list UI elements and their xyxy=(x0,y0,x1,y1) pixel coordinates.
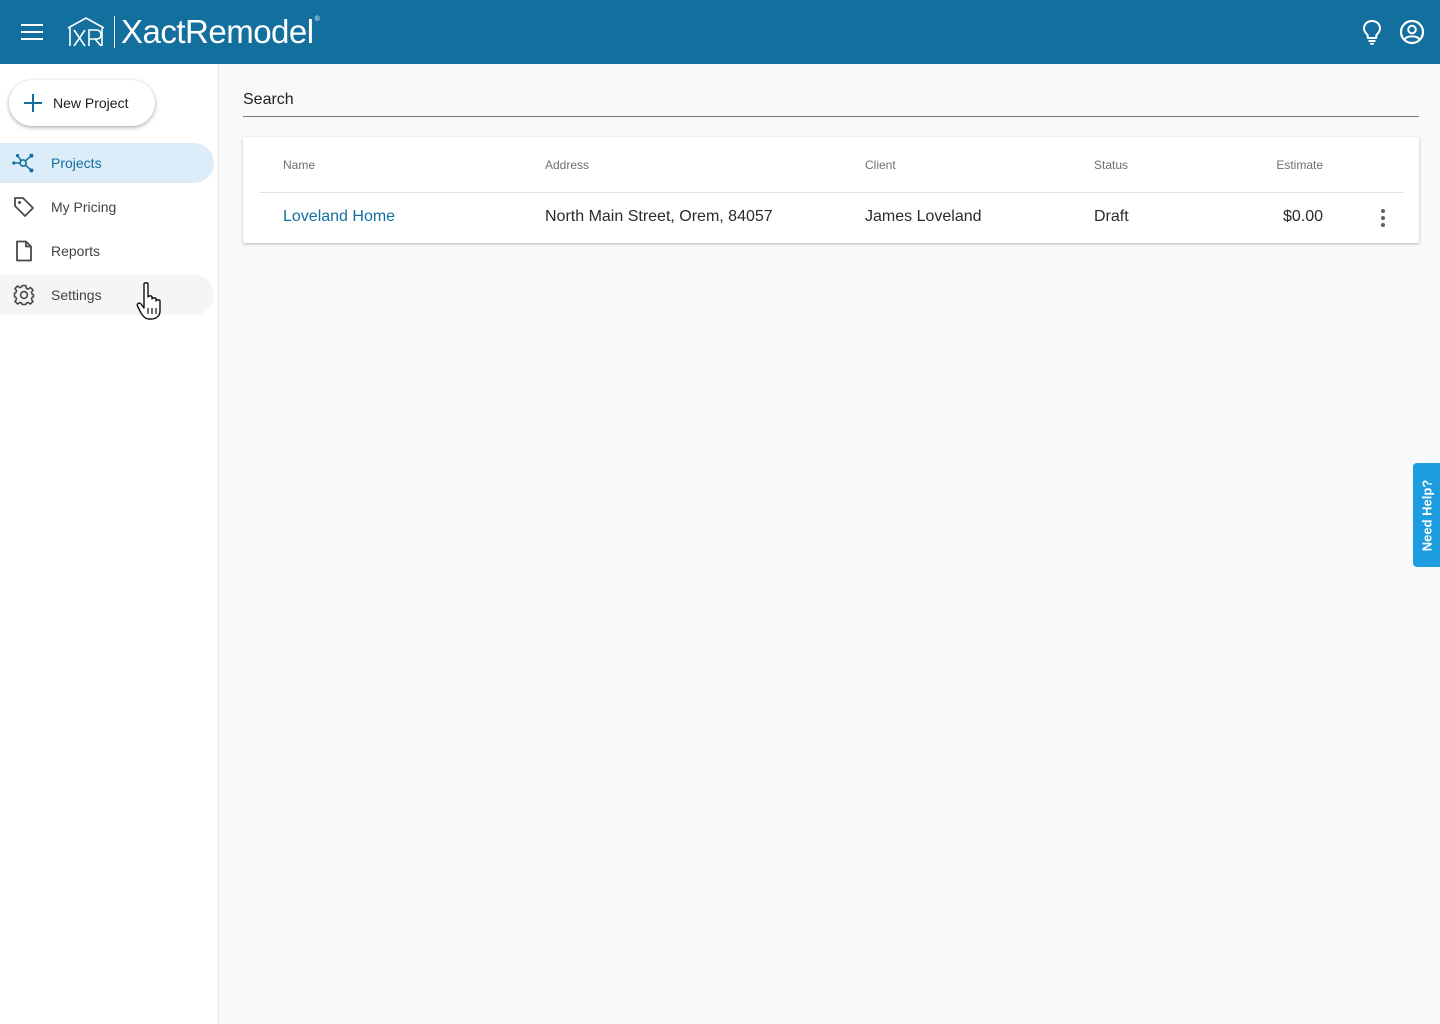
new-project-button[interactable]: New Project xyxy=(9,80,155,126)
column-header-estimate[interactable]: Estimate xyxy=(1276,158,1323,172)
project-estimate: $0.00 xyxy=(1282,208,1323,225)
table-row[interactable]: Loveland Home North Main Street, Orem, 8… xyxy=(259,194,1403,242)
column-header-status[interactable]: Status xyxy=(1094,158,1128,172)
sidebar-item-label: Settings xyxy=(51,287,102,303)
account-button[interactable] xyxy=(1398,18,1426,46)
tips-button[interactable] xyxy=(1358,18,1386,46)
plus-icon xyxy=(24,94,42,112)
project-status: Draft xyxy=(1094,208,1129,225)
lightbulb-icon xyxy=(1362,19,1382,45)
projects-table: Name Address Client Status Estimate Love… xyxy=(243,137,1419,243)
search-input[interactable] xyxy=(243,86,1419,114)
sidebar-item-label: Projects xyxy=(51,155,102,171)
new-project-label: New Project xyxy=(53,95,129,111)
sidebar-item-reports[interactable]: Reports xyxy=(0,231,214,271)
sidebar-item-label: My Pricing xyxy=(51,199,117,215)
search-field[interactable] xyxy=(243,86,1419,117)
gear-icon xyxy=(12,283,36,307)
header-actions xyxy=(1358,0,1426,64)
top-app-bar: XactRemodel ® xyxy=(0,0,1440,64)
tag-icon xyxy=(12,195,36,219)
table-header: Name Address Client Status Estimate xyxy=(259,137,1403,193)
app-title: XactRemodel xyxy=(121,13,314,50)
account-circle-icon xyxy=(1399,19,1425,45)
sidebar-item-label: Reports xyxy=(51,243,101,259)
column-header-name[interactable]: Name xyxy=(283,158,315,172)
project-client: James Loveland xyxy=(865,208,982,225)
project-address: North Main Street, Orem, 84057 xyxy=(545,208,773,225)
sidebar: New Project Projects My Pricing Reports … xyxy=(0,64,219,1024)
sidebar-item-my-pricing[interactable]: My Pricing xyxy=(0,187,214,227)
column-header-address[interactable]: Address xyxy=(545,158,589,172)
need-help-label: Need Help? xyxy=(1419,479,1435,551)
column-header-client[interactable]: Client xyxy=(865,158,896,172)
need-help-tab[interactable]: Need Help? xyxy=(1413,463,1440,567)
xr-house-logo-icon xyxy=(67,17,105,47)
project-name-link[interactable]: Loveland Home xyxy=(283,208,395,226)
document-icon xyxy=(12,239,36,263)
main-content: Name Address Client Status Estimate Love… xyxy=(219,64,1440,1024)
registered-mark: ® xyxy=(314,16,320,23)
projects-network-icon xyxy=(12,151,36,175)
row-more-options-button[interactable] xyxy=(1371,204,1395,232)
hamburger-icon xyxy=(21,24,43,40)
sidebar-item-settings[interactable]: Settings xyxy=(0,275,214,315)
more-vert-icon xyxy=(1381,209,1385,213)
logo-divider xyxy=(114,16,115,48)
sidebar-nav: Projects My Pricing Reports Settings xyxy=(0,143,219,319)
hand-pointer-cursor-icon xyxy=(136,282,161,320)
main-menu-button[interactable] xyxy=(0,0,64,64)
app-logo[interactable]: XactRemodel ® xyxy=(66,0,320,64)
sidebar-item-projects[interactable]: Projects xyxy=(0,143,214,183)
